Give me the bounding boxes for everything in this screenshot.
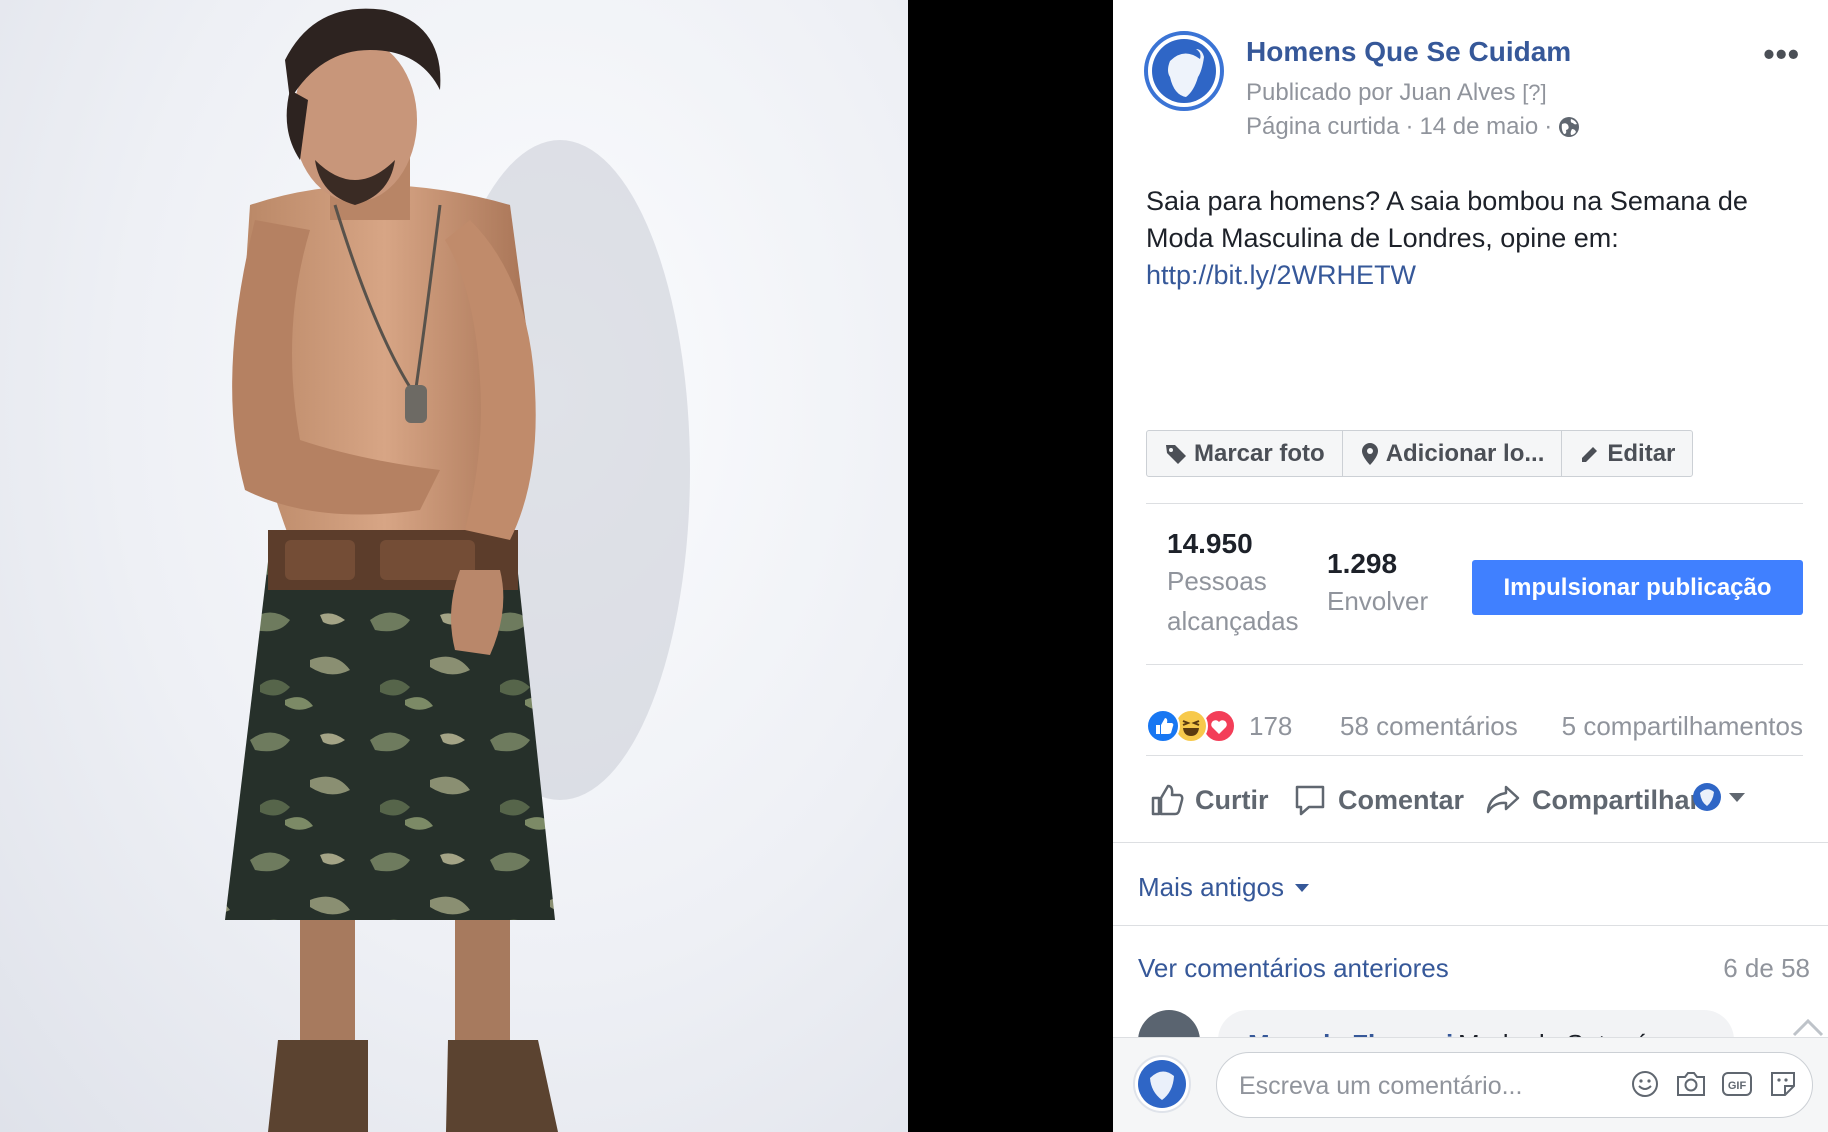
gif-icon[interactable]: GIF (1720, 1067, 1754, 1101)
section-divider (1113, 925, 1828, 926)
like-button[interactable]: Curtir (1149, 782, 1269, 818)
photo-actions-bar: Marcar foto Adicionar lo... Editar (1146, 430, 1694, 477)
post-text: Saia para homens? A saia bombou na Seman… (1146, 186, 1748, 253)
chevron-down-icon (1728, 791, 1746, 803)
comment-button[interactable]: Comentar (1292, 782, 1464, 818)
meta-separator: · (1544, 113, 1553, 140)
svg-text:GIF: GIF (1728, 1080, 1747, 1092)
reactions-summary[interactable] (1146, 709, 1236, 743)
post-date-link[interactable]: 14 de maio (1419, 113, 1538, 141)
boost-post-button[interactable]: Impulsionar publicação (1472, 560, 1803, 615)
share-button[interactable]: Compartilhar (1484, 782, 1700, 818)
comment-bubble-icon (1292, 782, 1328, 818)
published-by-line: Publicado por Juan Alves [?] (1246, 79, 1547, 107)
divider (1146, 664, 1803, 665)
post-message: Saia para homens? A saia bombou na Seman… (1146, 183, 1806, 294)
people-reached-line2: alcançadas (1167, 606, 1299, 636)
share-label: Compartilhar (1532, 784, 1701, 815)
camera-icon[interactable] (1674, 1067, 1708, 1101)
comments-position: 6 de 58 (1723, 953, 1810, 983)
divider (1146, 755, 1803, 756)
engagement-value[interactable]: 1.298 (1327, 548, 1397, 580)
comment-sort-label: Mais antigos (1138, 872, 1284, 902)
people-reached-label: Pessoas alcançadas (1167, 561, 1299, 641)
people-reached-value[interactable]: 14.950 (1167, 528, 1253, 560)
like-label: Curtir (1195, 784, 1269, 815)
comment-composer: GIF (1113, 1037, 1828, 1132)
engagement-label: Envolver (1327, 586, 1429, 616)
sticker-icon[interactable] (1766, 1067, 1800, 1101)
people-reached-line1: Pessoas (1167, 566, 1267, 596)
shares-count-link[interactable]: 5 compartilhamentos (1562, 711, 1803, 742)
like-reaction-icon (1146, 709, 1180, 743)
comment-label: Comentar (1338, 784, 1465, 815)
tag-icon (1164, 442, 1188, 466)
reaction-count[interactable]: 178 (1249, 711, 1292, 742)
post-photo[interactable] (0, 0, 908, 1132)
comment-sort-dropdown[interactable]: Mais antigos (1138, 872, 1310, 903)
post-link[interactable]: http://bit.ly/2WRHETW (1146, 257, 1416, 294)
photo-illustration (225, 8, 690, 1132)
view-previous-comments-link[interactable]: Ver comentários anteriores (1138, 953, 1449, 984)
more-options-button[interactable]: ••• (1763, 36, 1800, 73)
thumbs-up-icon (1149, 782, 1185, 818)
meta-separator: · (1405, 113, 1414, 140)
page-avatar[interactable] (1144, 31, 1224, 111)
globe-icon[interactable] (1558, 116, 1580, 138)
post-side-panel: Homens Que Se Cuidam Publicado por Juan … (1113, 0, 1828, 1132)
tag-photo-button[interactable]: Marcar foto (1147, 431, 1343, 476)
divider (1146, 503, 1803, 504)
page-liked-label: Página curtida (1246, 113, 1400, 140)
location-pin-icon (1360, 442, 1380, 466)
page-name-link[interactable]: Homens Que Se Cuidam (1246, 36, 1571, 68)
published-by-text: Publicado por Juan Alves (1246, 79, 1516, 106)
page-logo-icon (1152, 39, 1216, 103)
lightbox-backdrop (908, 0, 1113, 1132)
help-marker[interactable]: [?] (1522, 80, 1546, 105)
edit-label: Editar (1607, 439, 1676, 467)
edit-button[interactable]: Editar (1562, 431, 1692, 476)
comments-count-link[interactable]: 58 comentários (1340, 711, 1518, 742)
pencil-icon (1579, 443, 1601, 465)
post-as-selector[interactable] (1692, 782, 1746, 812)
emoji-icon[interactable] (1628, 1067, 1662, 1101)
section-divider (1113, 842, 1828, 843)
composer-tools: GIF (1628, 1067, 1800, 1101)
comment-input-box: GIF (1216, 1052, 1813, 1118)
add-location-label: Adicionar lo... (1385, 439, 1545, 467)
caret-down-icon (1294, 883, 1310, 893)
comment-input[interactable] (1239, 1070, 1569, 1102)
mini-page-avatar (1692, 782, 1722, 812)
post-meta-line: Página curtida · 14 de maio · (1246, 113, 1580, 141)
share-arrow-icon (1484, 782, 1522, 818)
add-location-button[interactable]: Adicionar lo... (1343, 431, 1563, 476)
tag-photo-label: Marcar foto (1194, 439, 1325, 467)
composer-page-avatar (1133, 1055, 1191, 1113)
